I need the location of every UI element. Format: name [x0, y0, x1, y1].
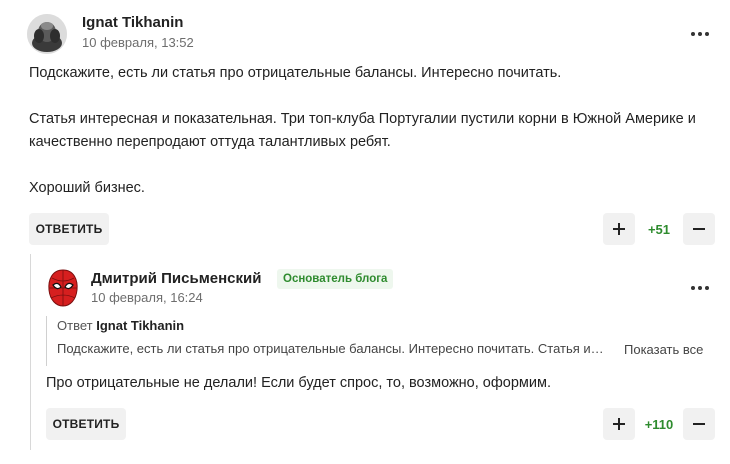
- minus-icon: [693, 423, 705, 425]
- comment-text: Про отрицательные не делали! Если будет …: [46, 375, 551, 391]
- comment-author[interactable]: Дмитрий Письменский: [91, 270, 261, 287]
- downvote-button[interactable]: [683, 213, 715, 245]
- avatar[interactable]: [46, 268, 80, 308]
- founder-badge: Основатель блога: [277, 269, 394, 289]
- spiderman-mask-avatar-icon: [48, 269, 78, 307]
- vote-score: +51: [647, 221, 671, 237]
- thread-line: [30, 254, 31, 450]
- minus-icon: [693, 228, 705, 230]
- vote-score: +110: [644, 416, 674, 432]
- quote-header: Ответ Ignat Tikhanin: [57, 318, 606, 333]
- quote-author: Ignat Tikhanin: [96, 318, 185, 333]
- upvote-button[interactable]: [603, 213, 635, 245]
- plus-icon: [613, 223, 625, 235]
- more-options-icon[interactable]: [688, 24, 712, 44]
- user-photo-avatar-icon: [27, 14, 67, 54]
- avatar[interactable]: [27, 14, 67, 54]
- comment: Ignat Tikhanin 10 февраля, 13:52 Подскаж…: [0, 0, 730, 250]
- more-options-icon[interactable]: [688, 278, 712, 298]
- comment-date: 10 февраля, 16:24: [91, 290, 203, 305]
- reply-button[interactable]: ОТВЕТИТЬ: [46, 408, 126, 440]
- plus-icon: [613, 418, 625, 430]
- reply-button[interactable]: ОТВЕТИТЬ: [29, 213, 109, 245]
- downvote-button[interactable]: [683, 408, 715, 440]
- quote-text: Подскажите, есть ли статья про отрицател…: [57, 341, 606, 356]
- comment-author[interactable]: Ignat Tikhanin: [82, 14, 183, 31]
- reply-comment: Дмитрий Письменский Основатель блога 10 …: [30, 254, 730, 464]
- upvote-button[interactable]: [603, 408, 635, 440]
- comment-date: 10 февраля, 13:52: [82, 35, 194, 50]
- show-all-link[interactable]: Показать все: [624, 342, 703, 357]
- quoted-comment[interactable]: Ответ Ignat Tikhanin Подскажите, есть ли…: [46, 316, 606, 366]
- quote-prefix: Ответ: [57, 318, 93, 333]
- comment-text: Подскажите, есть ли статья про отрицател…: [29, 65, 696, 196]
